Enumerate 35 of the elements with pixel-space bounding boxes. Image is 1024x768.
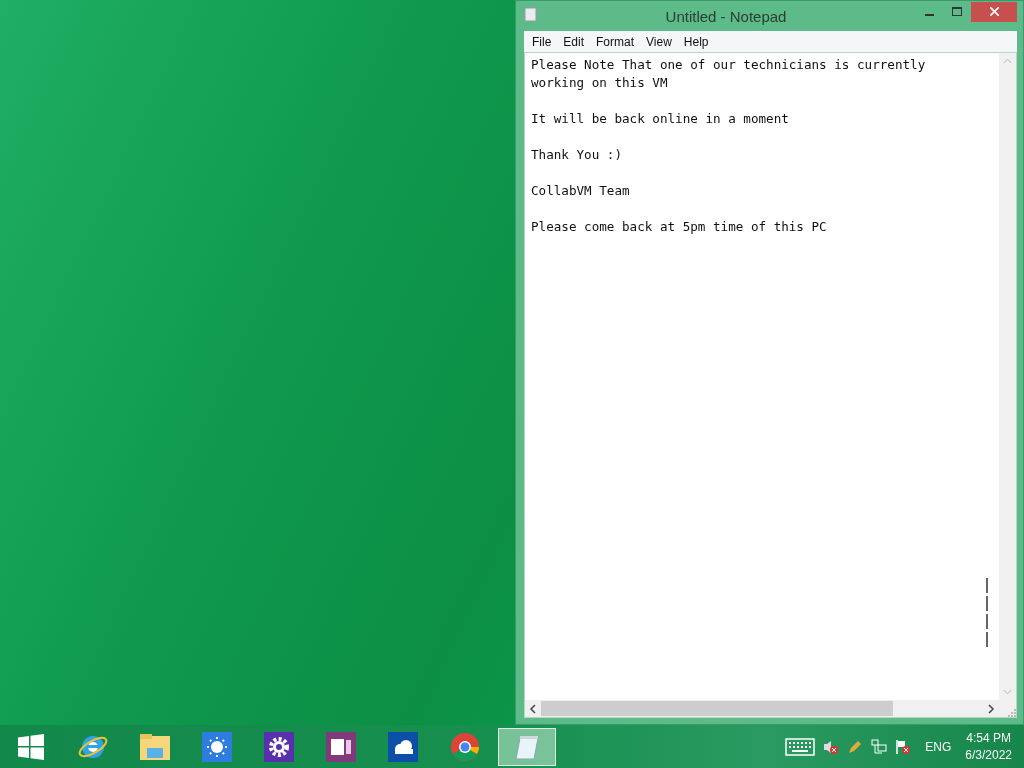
text-line: CollabVM Team (531, 182, 631, 200)
keyboard-icon[interactable] (785, 737, 816, 756)
notepad-icon (524, 6, 537, 22)
text-line: working on this VM (531, 74, 669, 92)
language-indicator[interactable]: ENG (925, 739, 952, 754)
resize-grip-icon[interactable] (1008, 709, 1016, 717)
close-icon (989, 7, 999, 16)
minimize-icon (924, 14, 934, 16)
menu-item[interactable]: View (640, 34, 678, 49)
text-line: Thank You :) (531, 146, 623, 164)
muted-speaker-icon[interactable] (823, 738, 840, 755)
close-button[interactable] (971, 1, 1017, 22)
taskbar-app-button[interactable] (498, 727, 556, 766)
text-line: It will be back online in a moment (531, 110, 790, 128)
windows-logo-icon (18, 733, 44, 760)
menu-item[interactable]: Help (677, 34, 715, 49)
flag-icon[interactable] (895, 738, 912, 755)
maximize-icon (952, 7, 962, 16)
gear-tile-icon (264, 731, 294, 762)
chrome-icon (450, 731, 480, 762)
cloud-tile-icon (388, 731, 418, 762)
network-icon[interactable] (871, 738, 888, 755)
text-area[interactable]: Please Note That one of our technicians is currently working on this VM It will be back online in a moment Thank You :) CollabVM Team Please come back at 5pm time of this PC (524, 52, 1017, 718)
clock[interactable]: 4:54 PM 6/3/2022 (965, 729, 1012, 764)
scroll-thumb[interactable] (541, 701, 893, 716)
text-line: Please Note That one of our technicians is currently (531, 56, 927, 74)
folder-icon (139, 731, 171, 762)
window-title: Untitled - Notepad (664, 7, 788, 25)
text-line: Please come back at 5pm time of this PC (531, 218, 828, 236)
notebook-tile-icon (326, 731, 356, 762)
menu-item[interactable]: File (526, 34, 558, 49)
sun-tile-icon (202, 731, 232, 762)
dashed-mark (986, 578, 989, 648)
menu-item[interactable]: Edit (557, 34, 591, 49)
menu-item[interactable]: Format (590, 34, 641, 49)
